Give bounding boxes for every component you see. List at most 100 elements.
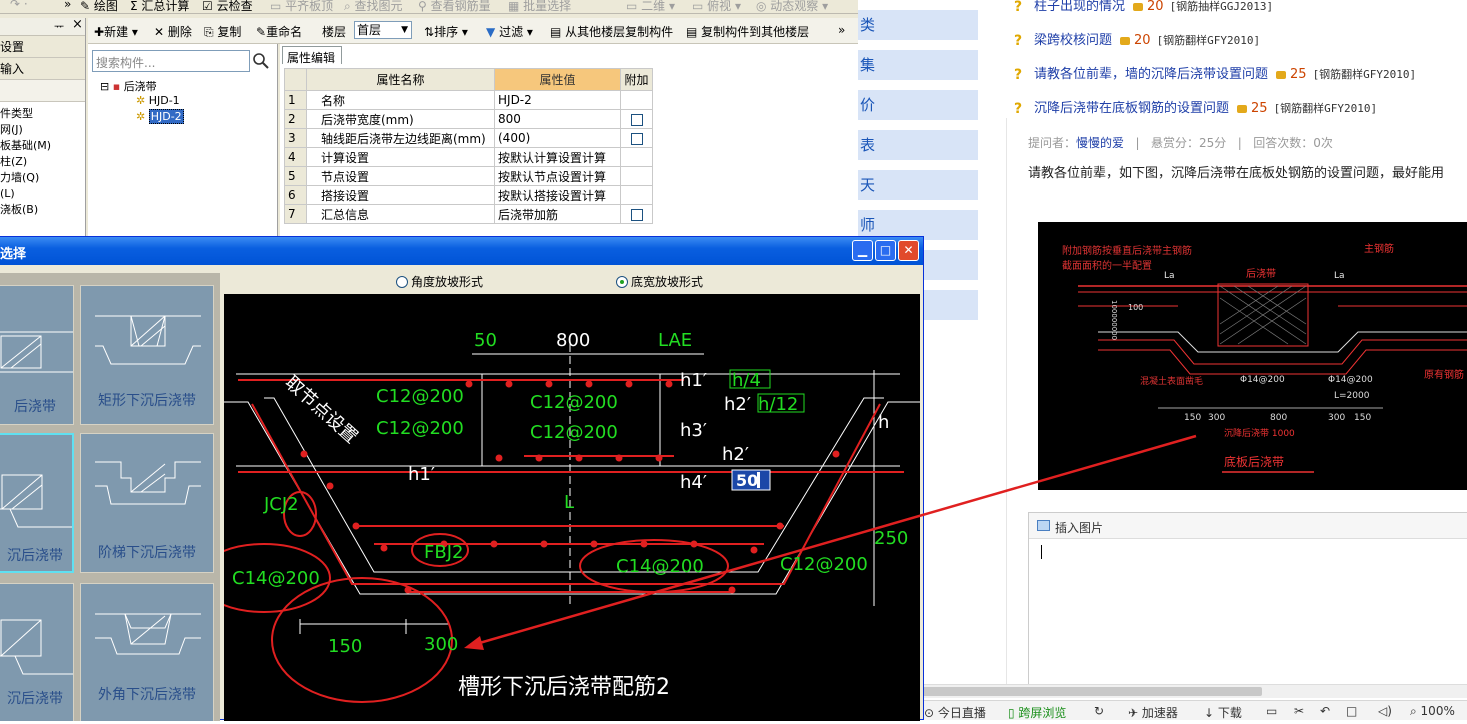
nav-item[interactable]: 类 (858, 10, 978, 40)
asker-link[interactable]: 慢慢的爱 (1076, 136, 1124, 150)
section-thumb[interactable]: 矩形下沉后浇带 (80, 285, 214, 425)
view-rebar-button[interactable]: ⚲ 查看钢筋量 (418, 0, 491, 13)
reader-icon[interactable]: ▭ (1266, 704, 1277, 718)
volume-icon[interactable]: ◁) (1378, 704, 1392, 718)
radio-bottom-width[interactable]: 底宽放坡形式 (616, 273, 703, 290)
question-title[interactable]: 柱子出现的情况 (1034, 0, 1125, 14)
copy-button[interactable]: ⎘ 复制 (204, 23, 241, 40)
pin-icon[interactable]: ᅲ (54, 18, 64, 34)
question-item[interactable]: ? 请教各位前辈，墙的沉降后浇带设置问题 25 [钢筋翻样GFY2010] (1006, 68, 1466, 102)
flat-slab-button[interactable]: ▭ 平齐板顶 (270, 0, 333, 13)
rename-button[interactable]: ✎重命名 (256, 23, 302, 40)
component-item-selected[interactable]: ✲ HJD-2 (136, 109, 184, 124)
insert-picture-button[interactable]: 插入图片 (1029, 513, 1467, 539)
property-value[interactable]: 按默认搭接设置计算 (494, 185, 621, 205)
question-item[interactable]: ? 柱子出现的情况 20 [钢筋抽样GGJ2013] (1006, 0, 1466, 34)
question-image[interactable]: 附加钢筋按垂直后浇带主钢筋 截面面积的一半配置 La La 后浇带 主钢筋 10 (1038, 222, 1467, 490)
section-thumb-selected[interactable]: 沉后浇带 (0, 433, 74, 573)
question-title[interactable]: 请教各位前辈，墙的沉降后浇带设置问题 (1034, 67, 1268, 82)
table-row[interactable]: 4 计算设置 按默认计算设置计算 (284, 147, 653, 167)
attach-checkbox[interactable] (630, 208, 643, 221)
floor-select[interactable]: 首层 ▼ (354, 21, 412, 39)
property-value[interactable]: (400) (494, 128, 621, 148)
tree-item[interactable]: 件类型 (0, 106, 85, 122)
question-title[interactable]: 梁跨校核问题 (1034, 33, 1112, 48)
view-2d-dropdown[interactable]: ▭ 二维 ▾ (626, 0, 675, 13)
answer-editor[interactable]: 插入图片 (1028, 512, 1467, 686)
section-thumb[interactable]: 后浇带 (0, 285, 74, 425)
table-row[interactable]: 2 后浇带宽度(mm) 800 (284, 109, 653, 129)
nav-item[interactable]: 价 (858, 90, 978, 120)
find-element-button[interactable]: ⌕ 查找图元 (344, 0, 403, 13)
property-value[interactable]: HJD-2 (494, 90, 621, 110)
tab-input[interactable]: 输入 (0, 58, 85, 80)
batch-select-button[interactable]: ▦ 批量选择 (508, 0, 571, 13)
table-row[interactable]: 1 名称 HJD-2 (284, 90, 653, 110)
refresh-icon[interactable]: ↻ (1094, 704, 1104, 718)
new-button[interactable]: ✚新建 ▾ (94, 23, 138, 40)
component-item[interactable]: ✲ HJD-1 (136, 94, 180, 107)
section-thumb[interactable]: 沉后浇带 (0, 583, 74, 721)
table-row[interactable]: 6 搭接设置 按默认搭接设置计算 (284, 185, 653, 205)
component-search-input[interactable]: 搜索构件... (92, 50, 250, 72)
tree-item[interactable]: 浇板(B) (0, 202, 85, 218)
question-title[interactable]: 沉降后浇带在底板钢筋的设置问题 (1034, 101, 1229, 116)
rebar-diagram-canvas[interactable]: 50 LAE C12@200 C12@200 C12@200 C12@200 h… (197, 294, 920, 721)
horizontal-scrollbar[interactable] (858, 684, 1467, 698)
zoom-control[interactable]: ⌕ 100% (1410, 704, 1455, 719)
delete-button[interactable]: ✕ 删除 (154, 23, 192, 40)
tree-item[interactable]: 柱(Z) (0, 154, 85, 170)
copy-from-floor-button[interactable]: ▤ 从其他楼层复制构件 (550, 23, 673, 40)
minimize-button[interactable]: ▁ (852, 240, 873, 261)
question-item[interactable]: ? 梁跨校核问题 20 [钢筋翻样GFY2010] (1006, 34, 1466, 68)
attach-checkbox[interactable] (630, 113, 643, 126)
table-row[interactable]: 3 轴线距后浇带左边线距离(mm) (400) (284, 128, 653, 148)
property-value[interactable]: 800 (494, 109, 621, 129)
undo-icon[interactable]: ↶ (1320, 704, 1330, 718)
tree-item[interactable]: 板基础(M) (0, 138, 85, 154)
property-value[interactable]: 按默认计算设置计算 (494, 147, 621, 167)
close-icon[interactable]: × (72, 17, 83, 32)
attach-checkbox[interactable] (630, 132, 643, 145)
table-row[interactable]: 5 节点设置 按默认节点设置计算 (284, 166, 653, 186)
screenshot-icon[interactable]: ✂ (1294, 704, 1304, 718)
tree-item[interactable]: 力墙(Q) (0, 170, 85, 186)
property-value[interactable]: 按默认节点设置计算 (494, 166, 621, 186)
dynamic-view-dropdown[interactable]: ◎ 动态观察 ▾ (756, 0, 828, 13)
table-row[interactable]: 7 汇总信息 后浇带加筋 (284, 204, 653, 224)
nav-item[interactable]: 天 (858, 170, 978, 200)
nav-item[interactable]: 表 (858, 130, 978, 160)
img-label: 混凝土表面凿毛 (1140, 375, 1203, 387)
section-thumb[interactable]: 阶梯下沉后浇带 (80, 433, 214, 573)
tab-settings[interactable]: 设置 (0, 36, 85, 58)
close-button[interactable]: ✕ (898, 240, 919, 261)
tree-item[interactable]: (L) (0, 186, 85, 202)
cloud-check-button[interactable]: ☑ 云检查 (202, 0, 253, 13)
filter-button[interactable]: ▼ 过滤 ▾ (486, 23, 533, 40)
question-item[interactable]: ? 沉降后浇带在底板钢筋的设置问题 25 [钢筋翻样GFY2010] (1006, 102, 1466, 136)
download-button[interactable]: ↓ 下载 (1204, 704, 1242, 721)
maximize-button[interactable]: □ (875, 240, 896, 261)
nav-item[interactable]: 集 (858, 50, 978, 80)
draw-button[interactable]: ✎ 绘图 (80, 0, 118, 13)
h4-value[interactable]: 50 (736, 471, 758, 490)
more-icon[interactable]: » (64, 0, 71, 11)
cross-screen-button[interactable]: ▯ 跨屏浏览 (1008, 704, 1066, 721)
radio-angle[interactable]: 角度放坡形式 (396, 273, 483, 290)
view-top-dropdown[interactable]: ▭ 俯视 ▾ (692, 0, 741, 13)
accelerator-button[interactable]: ✈ 加速器 (1128, 704, 1178, 721)
window-icon[interactable]: □ (1346, 704, 1357, 718)
copy-to-floor-button[interactable]: ▤ 复制构件到其他楼层 (686, 23, 809, 40)
tab-property-edit[interactable]: 属性编辑 (282, 46, 342, 65)
live-button[interactable]: ⊙ 今日直播 (924, 704, 986, 721)
search-icon[interactable] (252, 52, 270, 70)
sort-button[interactable]: ⇅排序 ▾ (424, 23, 468, 40)
tree-item[interactable]: 网(J) (0, 122, 85, 138)
toolbar-more[interactable]: » (838, 23, 845, 37)
section-thumb[interactable]: 外角下沉后浇带 (80, 583, 214, 721)
tree-root-node[interactable]: ⊟ ▪ 后浇带 (100, 78, 157, 94)
redo-icon[interactable]: ↷ · (10, 0, 28, 11)
dialog-titlebar: 选择 ▁ □ ✕ (0, 237, 923, 265)
sum-calc-button[interactable]: Σ 汇总计算 (130, 0, 189, 13)
property-value[interactable]: 后浇带加筋 (494, 204, 621, 224)
